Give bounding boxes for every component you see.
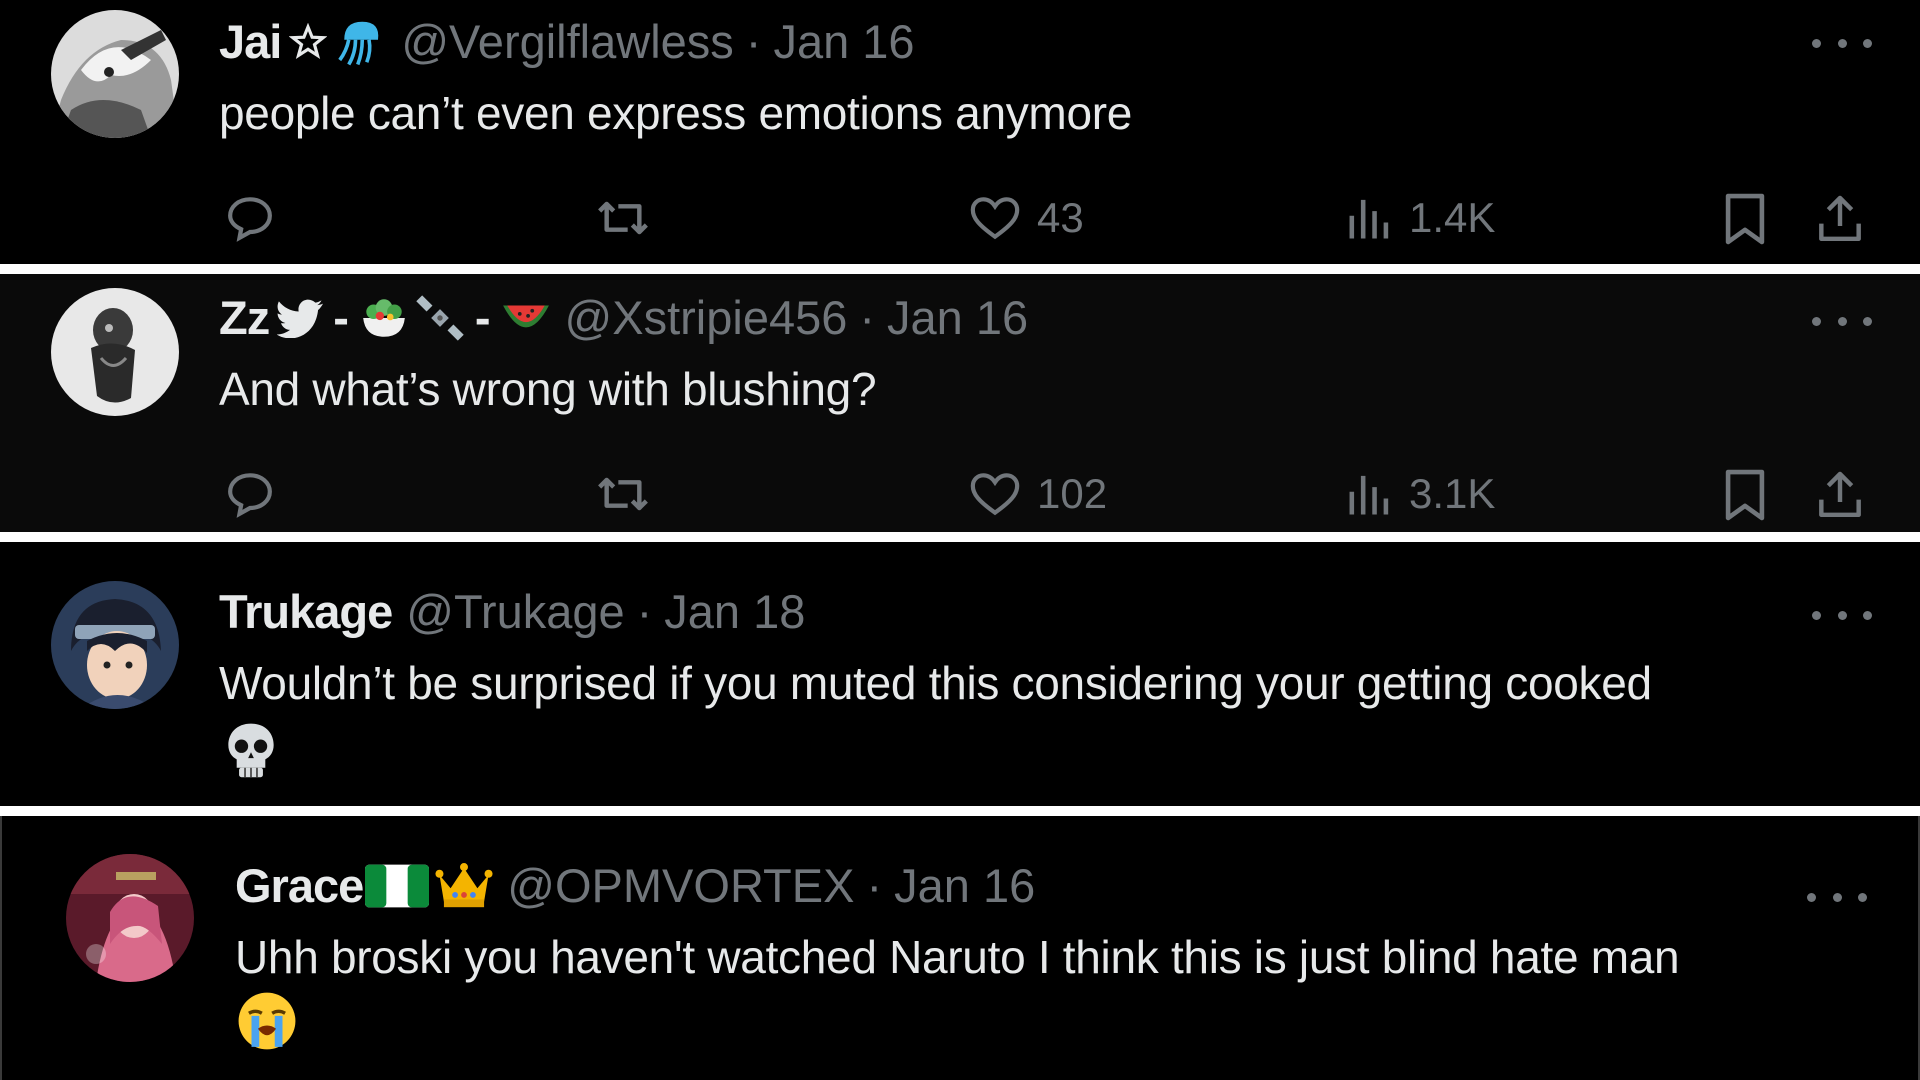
like-count: 43 <box>1037 194 1084 241</box>
name-badges <box>289 15 387 69</box>
view-count: 3.1K <box>1409 470 1496 517</box>
repost-button[interactable] <box>592 190 654 246</box>
like-count: 102 <box>1037 470 1108 517</box>
post[interactable]: Zz - - @Xstripie456 · Jan 16 And what’s … <box>0 274 1920 532</box>
repost-button[interactable] <box>592 466 654 522</box>
bookmark-icon <box>1725 469 1765 521</box>
bookmark-icon <box>1725 193 1765 245</box>
post-text: Wouldn’t be surprised if you muted this … <box>219 657 1652 709</box>
repost-arrows-icon <box>598 477 648 511</box>
share-upload-icon <box>1819 471 1861 518</box>
post-header: Trukage @Trukage · Jan 18 <box>219 582 805 642</box>
post-date[interactable]: Jan 18 <box>664 582 805 642</box>
display-name[interactable]: Zz <box>219 288 270 348</box>
ellipsis-icon <box>1807 892 1816 902</box>
views-button[interactable]: 1.4K <box>1345 190 1495 246</box>
dash-separator: - <box>474 291 491 344</box>
post-header: Jai @Vergilflawless · Jan 16 <box>219 12 915 72</box>
share-button[interactable] <box>1812 190 1868 248</box>
user-handle[interactable]: @Xstripie456 <box>565 288 848 348</box>
share-upload-icon <box>1819 195 1861 242</box>
name-badges: - - <box>277 288 550 348</box>
display-name[interactable]: Jai <box>219 12 282 72</box>
name-badges <box>365 861 493 911</box>
like-button[interactable]: 102 <box>967 466 1107 522</box>
bar-chart-icon <box>1349 475 1389 515</box>
view-count: 1.4K <box>1409 194 1496 241</box>
display-name[interactable]: Grace <box>235 856 364 916</box>
post-header: Grace @OPMVORTEX · Jan 16 <box>235 856 1035 916</box>
bird-icon <box>277 299 324 338</box>
user-handle[interactable]: @OPMVORTEX <box>507 856 854 916</box>
skull-icon <box>228 723 274 778</box>
post[interactable]: Jai @Vergilflawless · Jan 16 people can’… <box>0 0 1920 264</box>
more-options-button[interactable] <box>1812 605 1872 625</box>
avatar[interactable] <box>51 581 179 709</box>
views-button[interactable]: 3.1K <box>1345 466 1495 522</box>
reply-feed: Jai @Vergilflawless · Jan 16 people can’… <box>0 0 1920 1080</box>
bookmark-button[interactable] <box>1720 466 1770 524</box>
separator: · <box>745 15 762 68</box>
ellipsis-icon <box>1812 38 1821 48</box>
post-text: And what’s wrong with blushing? <box>219 363 877 415</box>
salad-icon <box>363 299 405 337</box>
more-options-button[interactable] <box>1812 33 1872 53</box>
share-button[interactable] <box>1812 466 1868 524</box>
speech-bubble-icon <box>228 197 272 242</box>
avatar[interactable] <box>51 288 179 416</box>
star-icon <box>289 23 328 60</box>
more-options-button[interactable] <box>1807 887 1867 907</box>
repost-arrows-icon <box>598 201 648 235</box>
post-date[interactable]: Jan 16 <box>887 288 1028 348</box>
post-header: Zz - - @Xstripie456 · Jan 16 <box>219 288 1028 348</box>
emoji-line <box>236 990 298 1057</box>
speech-bubble-icon <box>228 473 272 518</box>
heart-icon <box>970 197 1020 240</box>
post-text: people can’t even express emotions anymo… <box>219 87 1133 139</box>
separator: · <box>866 859 883 912</box>
heart-icon <box>970 473 1020 516</box>
post-date[interactable]: Jan 16 <box>773 12 914 72</box>
display-name[interactable]: Trukage <box>219 582 393 642</box>
reply-button[interactable] <box>222 466 278 522</box>
user-handle[interactable]: @Trukage <box>406 582 624 642</box>
more-options-button[interactable] <box>1812 311 1872 331</box>
ellipsis-icon <box>1812 316 1821 326</box>
post[interactable]: Trukage @Trukage · Jan 18 Wouldn’t be su… <box>0 542 1920 806</box>
bar-chart-icon <box>1349 199 1389 239</box>
dash-separator: - <box>333 291 349 344</box>
separator: · <box>859 291 876 344</box>
post-date[interactable]: Jan 16 <box>894 856 1035 916</box>
avatar[interactable] <box>51 10 179 138</box>
jellyfish-icon <box>338 21 379 66</box>
reply-button[interactable] <box>222 190 278 246</box>
ellipsis-icon <box>1812 610 1821 620</box>
loudly-crying-face-icon <box>238 992 296 1050</box>
avatar[interactable] <box>66 854 194 982</box>
user-handle[interactable]: @Vergilflawless <box>401 12 733 72</box>
watermelon-icon <box>502 305 549 328</box>
bookmark-button[interactable] <box>1720 190 1770 248</box>
post-text: Uhh broski you haven't watched Naruto I … <box>235 931 1680 983</box>
separator: · <box>636 585 653 638</box>
emoji-line <box>222 720 280 787</box>
post[interactable]: Grace @OPMVORTEX · Jan 16 Uhh broski you… <box>0 816 1920 1080</box>
crown-icon <box>435 863 493 908</box>
nigeria-flag-icon <box>365 864 430 908</box>
satellite-icon <box>416 295 464 341</box>
like-button[interactable]: 43 <box>967 190 1084 246</box>
